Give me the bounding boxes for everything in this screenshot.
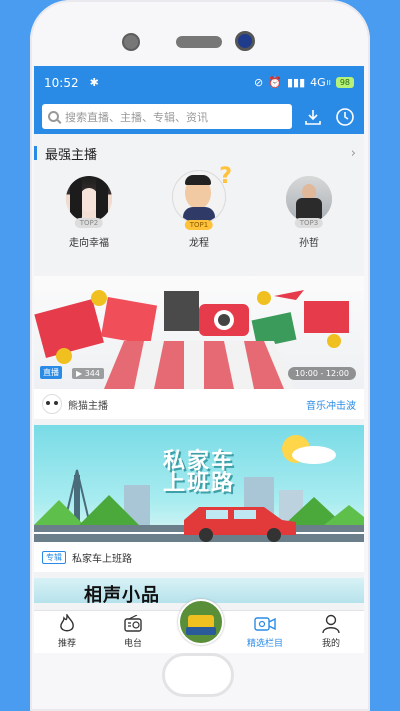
video-camera-icon [254, 614, 276, 634]
tab-center[interactable] [166, 599, 232, 653]
next-banner-title: 相声小品 [84, 585, 160, 603]
network-sub-label: II [326, 78, 331, 87]
search-placeholder: 搜索直播、主播、专辑、资讯 [65, 110, 208, 124]
sensor [122, 33, 140, 51]
app-screen: 10:52 ✱ ⊘ ⏰ ▮▮▮ 4G II 98 搜索直播、主播、专辑、资讯 最… [34, 66, 364, 653]
live-card-info[interactable]: 熊猫主播 音乐冲击波 [34, 389, 364, 419]
status-time: 10:52 [44, 75, 79, 90]
front-camera [235, 31, 255, 51]
avatar: ? TOP1 [172, 164, 232, 230]
search-icon [48, 111, 59, 122]
anchor-item[interactable]: ? TOP1 龙程 [159, 164, 239, 266]
section-accent-bar [34, 146, 37, 160]
tab-mine[interactable]: 我的 [298, 611, 364, 653]
mute-icon: ⊘ [254, 76, 264, 89]
question-mark-icon: ? [219, 164, 232, 189]
rank-badge: TOP3 [294, 218, 324, 228]
tab-label: 电台 [123, 639, 142, 649]
anchor-item[interactable]: TOP3 孙哲 [269, 176, 349, 266]
battery-indicator: 98 [335, 77, 354, 88]
network-label: 4G [310, 76, 326, 89]
panda-icon [42, 394, 62, 414]
viewer-count: ▶ 344 [72, 368, 104, 379]
section-title: 最强主播 [45, 147, 98, 163]
tab-label: 推荐 [57, 639, 76, 649]
anchor-list: TOP2 走向幸福 ? TOP1 龙程 TOP3 孙哲 [34, 164, 364, 266]
banner-title-line2: 上班路 [162, 471, 235, 496]
rank-badge: TOP2 [74, 218, 104, 228]
anchor-name: 龙程 [189, 238, 209, 249]
tab-featured[interactable]: 精选栏目 [232, 611, 298, 653]
program-link[interactable]: 音乐冲击波 [306, 397, 356, 412]
tab-radio[interactable]: 电台 [100, 611, 166, 653]
schedule-time: 10:00 - 12:00 [287, 367, 356, 380]
person-icon [320, 614, 342, 634]
signal-icon: ▮▮▮ [286, 76, 306, 89]
tab-recommend[interactable]: 推荐 [34, 611, 100, 653]
host-name: 熊猫主播 [68, 400, 108, 412]
tab-label: 我的 [321, 639, 340, 649]
top-anchors-header[interactable]: 最强主播 › [34, 134, 364, 172]
album-tag: 专辑 [42, 550, 66, 564]
bluetooth-icon: ✱ [89, 76, 99, 89]
album-banner[interactable]: 私家车 上班路 [34, 425, 364, 542]
download-icon[interactable] [302, 106, 324, 128]
anchor-name: 走向幸福 [69, 238, 109, 249]
tab-label: 精选栏目 [246, 639, 283, 649]
radio-icon [122, 614, 144, 634]
avatar: TOP2 [66, 176, 112, 228]
search-bar: 搜索直播、主播、专辑、资讯 [34, 99, 364, 134]
alarm-icon: ⏰ [268, 76, 282, 89]
bottom-tab-bar: 推荐 电台 精选栏目 我的 [34, 599, 364, 653]
album-card-info[interactable]: 专辑 私家车上班路 [34, 542, 364, 572]
earpiece-speaker [176, 36, 222, 48]
status-bar: 10:52 ✱ ⊘ ⏰ ▮▮▮ 4G II 98 [34, 66, 364, 99]
avatar: TOP3 [286, 176, 332, 228]
anchor-item[interactable]: TOP2 走向幸福 [49, 176, 129, 266]
flame-icon [56, 614, 78, 634]
search-input[interactable]: 搜索直播、主播、专辑、资讯 [42, 104, 292, 129]
live-banner[interactable]: 直播 ▶ 344 10:00 - 12:00 [34, 276, 364, 389]
center-logo [178, 599, 224, 645]
home-button[interactable] [162, 653, 234, 697]
live-badge: 直播 [40, 366, 62, 379]
rank-badge: TOP1 [184, 220, 214, 230]
album-title: 私家车上班路 [72, 553, 132, 565]
chevron-right-icon[interactable]: › [351, 146, 356, 161]
history-icon[interactable] [334, 106, 356, 128]
anchor-name: 孙哲 [299, 238, 319, 249]
